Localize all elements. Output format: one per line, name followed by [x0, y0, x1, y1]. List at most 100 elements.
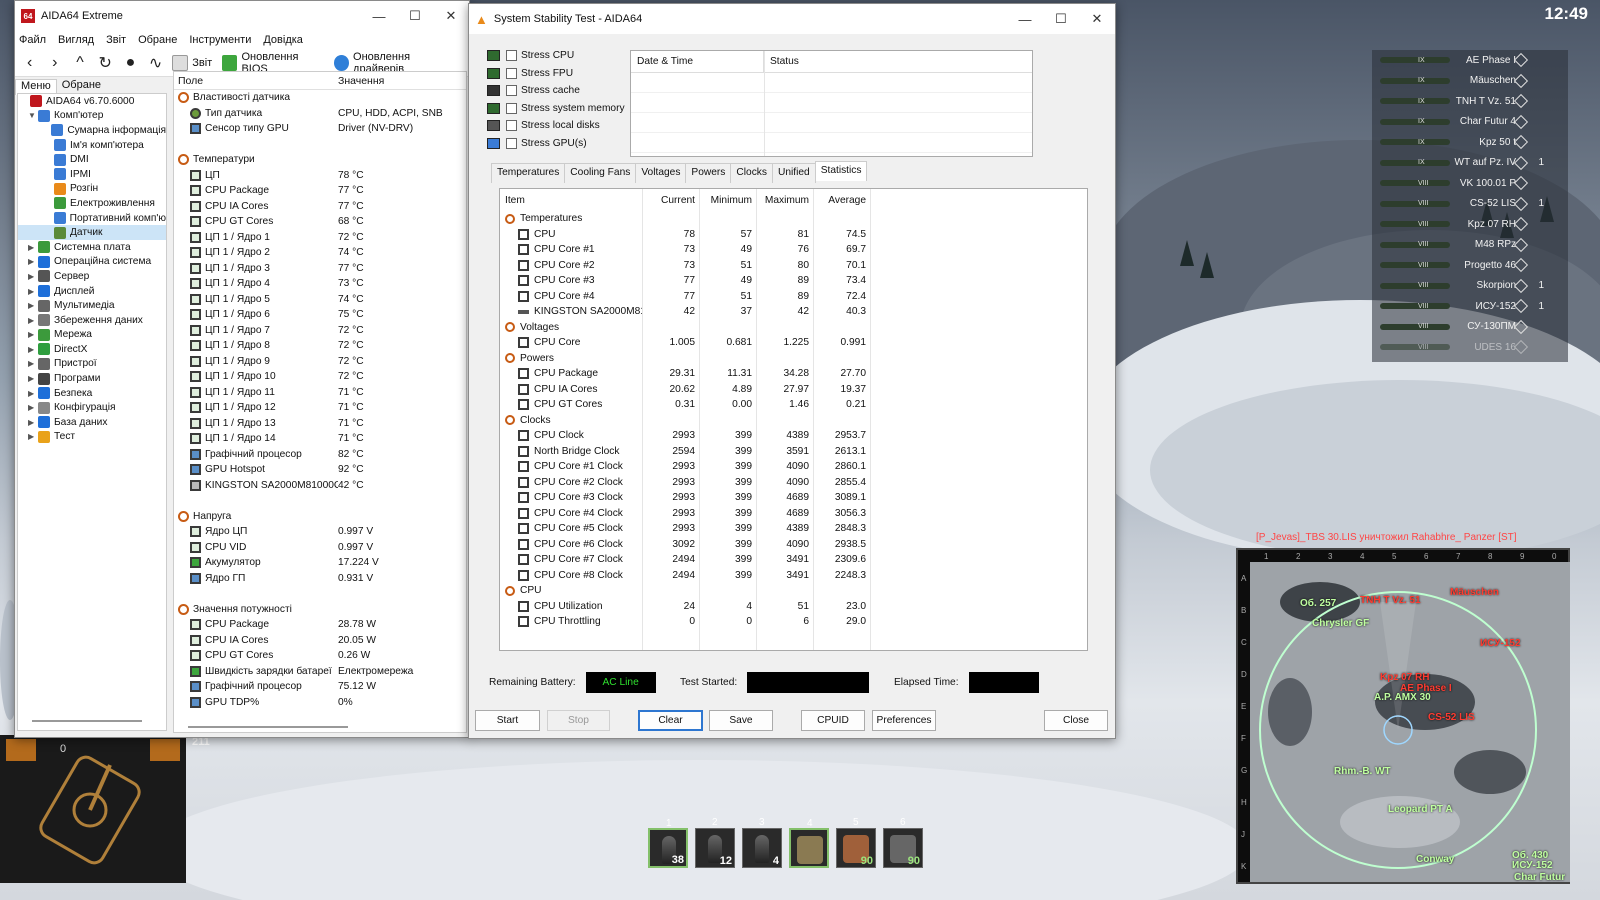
close-dialog-button[interactable]: Close	[1044, 710, 1108, 731]
sensor-row[interactable]: CPU VID 0.997 V	[174, 540, 466, 556]
column-field[interactable]: Поле	[174, 75, 338, 87]
sensor-row[interactable]: ЦП 1 / Ядро 9 72 °C	[174, 354, 466, 370]
tab-clocks[interactable]: Clocks	[730, 163, 773, 183]
statistics-row[interactable]: CPU Core #4 Clock 2993 399 4689 3056.3	[500, 506, 1087, 522]
tree-item[interactable]: ▶ Програми	[18, 371, 166, 386]
maximize-button[interactable]: ☐	[1043, 4, 1079, 34]
expand-toggle-icon[interactable]: ▶	[28, 345, 38, 354]
stress-option[interactable]: Stress cache	[487, 85, 580, 96]
menu-file[interactable]: Файл	[19, 34, 46, 46]
statistics-row[interactable]: CPU IA Cores 20.62 4.89 27.97 19.37	[500, 382, 1087, 398]
tree-item[interactable]: Сумарна інформація	[18, 123, 166, 138]
tree-item[interactable]: ▶ Мережа	[18, 328, 166, 343]
expand-toggle-icon[interactable]: ▶	[28, 403, 38, 412]
expand-toggle-icon[interactable]: ▶	[28, 272, 38, 281]
sensor-row[interactable]: CPU Package 28.78 W	[174, 617, 466, 633]
tab-cooling-fans[interactable]: Cooling Fans	[564, 163, 637, 183]
sensor-row[interactable]: ЦП 1 / Ядро 7 72 °C	[174, 323, 466, 339]
menu-tools[interactable]: Інструменти	[189, 34, 251, 46]
statistics-row[interactable]: CPU GT Cores 0.31 0.00 1.46 0.21	[500, 397, 1087, 413]
ammo-slot[interactable]: 5 90	[836, 817, 876, 868]
sensor-row[interactable]: Тип датчика CPU, HDD, ACPI, SNB	[174, 106, 466, 122]
tree-item[interactable]: Ім'я комп'ютера	[18, 138, 166, 153]
aida64-titlebar[interactable]: 64 AIDA64 Extreme — ☐ ✕	[15, 1, 469, 31]
statistics-row[interactable]: CPU Core #1 Clock 2993 399 4090 2860.1	[500, 459, 1087, 475]
minimap[interactable]: Об. 257 TNH T Vz. 51 Mäuschen Chrysler GF ИС…	[1236, 548, 1570, 884]
sensor-row[interactable]: CPU GT Cores 68 °C	[174, 214, 466, 230]
menu-report[interactable]: Звіт	[106, 34, 126, 46]
tab-temperatures[interactable]: Temperatures	[491, 163, 566, 183]
tab-unified[interactable]: Unified	[771, 163, 816, 183]
stress-option[interactable]: Stress FPU	[487, 67, 573, 79]
tree-item[interactable]: ▶ Сервер	[18, 269, 166, 284]
statistics-row[interactable]: North Bridge Clock 2594 399 3591 2613.1	[500, 444, 1087, 460]
ammo-slot[interactable]: 1 38	[648, 818, 688, 868]
sensor-row[interactable]: Ядро ЦП 0.997 V	[174, 524, 466, 540]
stress-option[interactable]: Stress system memory	[487, 102, 625, 114]
stress-checkbox[interactable]	[506, 102, 517, 114]
sensor-row[interactable]: ЦП 1 / Ядро 11 71 °C	[174, 385, 466, 401]
menu-favorites[interactable]: Обране	[138, 34, 177, 46]
tree-item[interactable]: ▶ База даних	[18, 415, 166, 430]
sensor-row[interactable]: CPU IA Cores 77 °C	[174, 199, 466, 215]
ammo-slot[interactable]: 6 90	[883, 817, 923, 868]
statistics-row[interactable]: CPU Core #3 77 49 89 73.4	[500, 273, 1087, 289]
statistics-row[interactable]: CPU Core #1 73 49 76 69.7	[500, 242, 1087, 258]
sensor-row[interactable]: ЦП 1 / Ядро 12 71 °C	[174, 400, 466, 416]
sensor-row[interactable]: Сенсор типу GPU Driver (NV-DRV)	[174, 121, 466, 137]
ammo-slot[interactable]: 2 12	[695, 817, 735, 868]
tree-item[interactable]: Датчик	[18, 225, 166, 240]
minimize-button[interactable]: —	[1007, 4, 1043, 34]
tree-item[interactable]: ▼ Комп'ютер	[18, 109, 166, 124]
list-scrollbar[interactable]	[188, 726, 348, 728]
stress-checkbox[interactable]	[506, 85, 517, 96]
statistics-row[interactable]: CPU Package 29.31 11.31 34.28 27.70	[500, 366, 1087, 382]
statistics-row[interactable]: CPU 78 57 81 74.5	[500, 227, 1087, 243]
sensor-row[interactable]: CPU GT Cores 0.26 W	[174, 648, 466, 664]
statistics-row[interactable]: CPU Core #7 Clock 2494 399 3491 2309.6	[500, 552, 1087, 568]
tree-scrollbar[interactable]	[32, 720, 142, 722]
close-button[interactable]: ✕	[1079, 4, 1115, 34]
forward-icon[interactable]: ›	[46, 54, 63, 72]
statistics-row[interactable]: CPU Core #2 Clock 2993 399 4090 2855.4	[500, 475, 1087, 491]
tree-item[interactable]: Електроживлення	[18, 196, 166, 211]
expand-toggle-icon[interactable]: ▶	[28, 374, 38, 383]
stress-checkbox[interactable]	[506, 67, 517, 79]
statistics-row[interactable]: CPU Core #4 77 51 89 72.4	[500, 289, 1087, 305]
expand-toggle-icon[interactable]: ▶	[28, 257, 38, 266]
tree-item[interactable]: Портативний комп'ю	[18, 211, 166, 226]
column-value[interactable]: Значення	[338, 75, 384, 87]
sensor-row[interactable]: CPU IA Cores 20.05 W	[174, 633, 466, 649]
expand-toggle-icon[interactable]: ▶	[28, 330, 38, 339]
expand-toggle-icon[interactable]: ▼	[28, 111, 38, 120]
statistics-row[interactable]: CPU Core #5 Clock 2993 399 4389 2848.3	[500, 521, 1087, 537]
close-button[interactable]: ✕	[433, 1, 469, 31]
stress-checkbox[interactable]	[506, 50, 517, 61]
sensor-row[interactable]: ЦП 1 / Ядро 14 71 °C	[174, 431, 466, 447]
sensor-row[interactable]: ЦП 1 / Ядро 6 75 °C	[174, 307, 466, 323]
statistics-row[interactable]: CPU Core 1.005 0.681 1.225 0.991	[500, 335, 1087, 351]
menu-view[interactable]: Вигляд	[58, 34, 94, 46]
cpuid-button[interactable]: CPUID	[801, 710, 865, 731]
statistics-row[interactable]: CPU Utilization 24 4 51 23.0	[500, 599, 1087, 615]
start-button[interactable]: Start	[475, 710, 540, 731]
tree-item[interactable]: IPMI	[18, 167, 166, 182]
sensor-row[interactable]: ЦП 1 / Ядро 5 74 °C	[174, 292, 466, 308]
tree-item[interactable]: AIDA64 v6.70.6000	[18, 94, 166, 109]
tree-item[interactable]: ▶ Операційна система	[18, 255, 166, 270]
tree-item[interactable]: ▶ Мультимедіа	[18, 298, 166, 313]
refresh-icon[interactable]: ↻	[97, 54, 114, 72]
sensor-row[interactable]: ЦП 1 / Ядро 10 72 °C	[174, 369, 466, 385]
tree-item[interactable]: ▶ Конфігурація	[18, 400, 166, 415]
sensor-row[interactable]: ЦП 1 / Ядро 8 72 °C	[174, 338, 466, 354]
statistics-row[interactable]: CPU Throttling 0 0 6 29.0	[500, 614, 1087, 630]
menu-help[interactable]: Довідка	[263, 34, 303, 46]
clear-button[interactable]: Clear	[638, 710, 703, 731]
tree-item[interactable]: ▶ Збереження даних	[18, 313, 166, 328]
statistics-row[interactable]: CPU Core #2 73 51 80 70.1	[500, 258, 1087, 274]
expand-toggle-icon[interactable]: ▶	[28, 432, 38, 441]
stress-option[interactable]: Stress local disks	[487, 120, 600, 131]
statistics-row[interactable]: CPU Clock 2993 399 4389 2953.7	[500, 428, 1087, 444]
expand-toggle-icon[interactable]: ▶	[28, 359, 38, 368]
stress-checkbox[interactable]	[506, 120, 517, 131]
